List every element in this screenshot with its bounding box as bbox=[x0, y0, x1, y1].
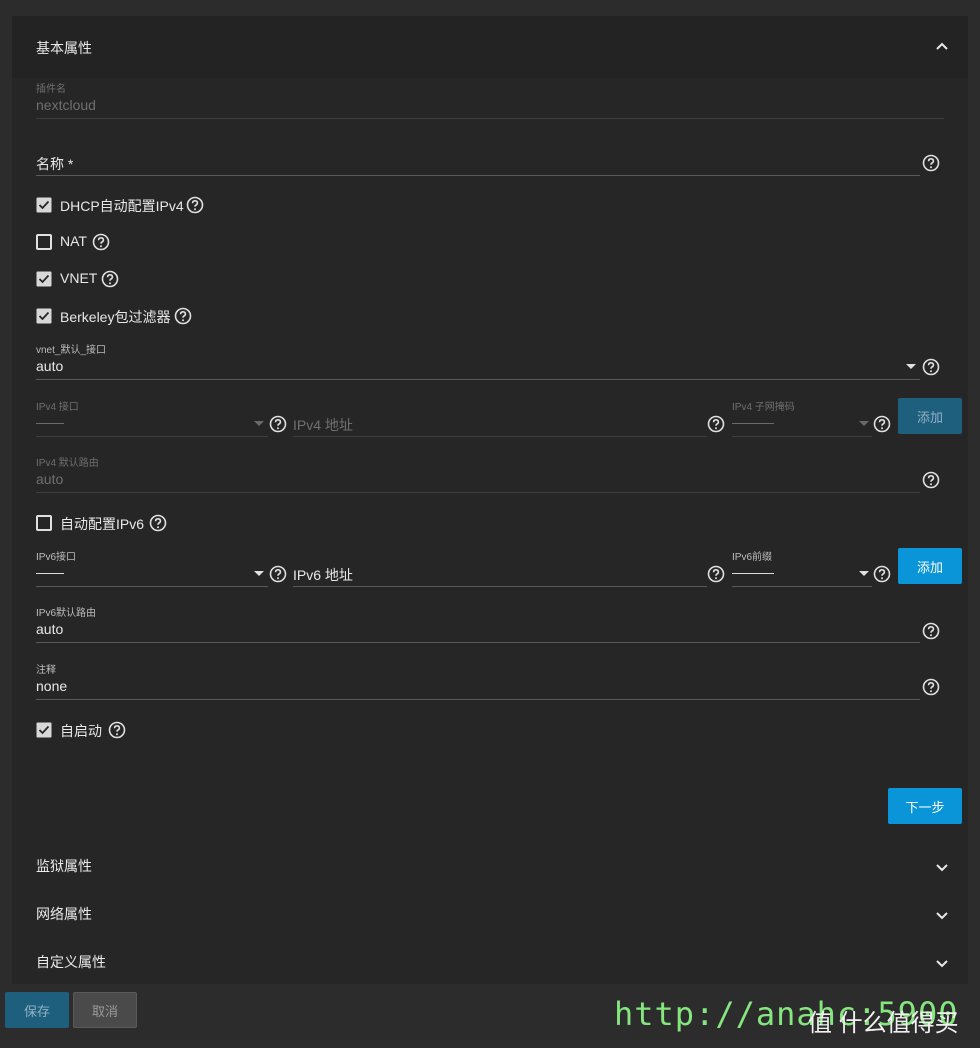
ipv4-default-router-underline bbox=[36, 492, 920, 493]
watermark-brand: 值 什么值得买 bbox=[808, 1010, 959, 1037]
plugin-name-value: nextcloud bbox=[36, 97, 96, 113]
ipv4-address-underline bbox=[293, 436, 707, 437]
help-circle-icon[interactable] bbox=[922, 471, 940, 489]
caret-down-icon[interactable] bbox=[906, 364, 916, 369]
help-circle-icon[interactable] bbox=[873, 415, 891, 433]
ipv6-prefix-underline bbox=[732, 586, 872, 587]
vnet-default-interface-select[interactable]: auto bbox=[36, 358, 63, 374]
ipv6-prefix-label: IPv6前缀 bbox=[732, 552, 773, 563]
ipv6-interface-select[interactable]: —— bbox=[36, 564, 64, 580]
help-circle-icon[interactable] bbox=[873, 565, 891, 583]
autostart-checkbox-label: 自启动 bbox=[60, 723, 102, 739]
custom-properties-header[interactable]: 自定义属性 bbox=[36, 952, 106, 972]
autostart-checkbox[interactable] bbox=[36, 722, 52, 738]
basic-properties-title: 基本属性 bbox=[36, 40, 92, 56]
cancel-button[interactable]: 取消 bbox=[73, 992, 137, 1028]
save-button[interactable]: 保存 bbox=[5, 992, 69, 1028]
help-circle-icon[interactable] bbox=[707, 415, 725, 433]
vnet-default-interface-label: vnet_默认_接口 bbox=[36, 345, 107, 356]
auto-ipv6-checkbox-label: 自动配置IPv6 bbox=[60, 516, 145, 532]
name-underline bbox=[36, 175, 920, 176]
vnet-checkbox[interactable] bbox=[36, 271, 52, 287]
help-circle-icon[interactable] bbox=[922, 358, 940, 376]
ipv4-default-router-input[interactable]: auto bbox=[36, 471, 63, 487]
help-circle-icon[interactable] bbox=[101, 270, 119, 288]
vnet-default-interface-underline bbox=[36, 379, 920, 380]
help-circle-icon[interactable] bbox=[922, 154, 940, 172]
ipv6-interface-underline bbox=[36, 586, 268, 587]
caret-down-icon[interactable] bbox=[254, 421, 264, 426]
help-circle-icon[interactable] bbox=[269, 415, 287, 433]
help-circle-icon[interactable] bbox=[108, 721, 126, 739]
ipv4-interface-underline bbox=[36, 436, 268, 437]
ipv6-address-underline bbox=[293, 586, 707, 587]
auto-ipv6-checkbox[interactable] bbox=[36, 515, 52, 531]
help-circle-icon[interactable] bbox=[149, 514, 167, 532]
dhcp-checkbox[interactable] bbox=[36, 197, 52, 213]
chevron-down-icon[interactable] bbox=[935, 860, 949, 874]
basic-properties-header[interactable]: 基本属性 bbox=[12, 16, 968, 78]
vnet-checkbox-label: VNET bbox=[60, 270, 98, 286]
ipv4-netmask-select[interactable]: ——— bbox=[732, 414, 774, 430]
ipv6-default-router-label: IPv6默认路由 bbox=[36, 608, 97, 619]
help-circle-icon[interactable] bbox=[269, 565, 287, 583]
ipv6-default-router-input[interactable]: auto bbox=[36, 621, 63, 637]
network-properties-header[interactable]: 网络属性 bbox=[36, 904, 92, 924]
nat-checkbox-label: NAT bbox=[60, 233, 87, 249]
notes-label: 注释 bbox=[36, 665, 56, 676]
ipv4-interface-label: IPv4 接口 bbox=[36, 402, 79, 413]
ipv4-interface-select[interactable]: —— bbox=[36, 414, 64, 430]
caret-down-icon[interactable] bbox=[254, 571, 264, 576]
ipv6-default-router-underline bbox=[36, 642, 920, 643]
ipv4-netmask-underline bbox=[732, 436, 872, 437]
chevron-down-icon[interactable] bbox=[935, 956, 949, 970]
help-circle-icon[interactable] bbox=[174, 307, 192, 325]
ipv4-netmask-label: IPv4 子网掩码 bbox=[732, 402, 795, 413]
nat-checkbox[interactable] bbox=[36, 234, 52, 250]
name-input[interactable]: 名称 * bbox=[36, 154, 73, 174]
caret-down-icon[interactable] bbox=[859, 571, 869, 576]
chevron-down-icon[interactable] bbox=[935, 908, 949, 922]
bpf-checkbox-label: Berkeley包过滤器 bbox=[60, 309, 171, 325]
jail-properties-header[interactable]: 监狱属性 bbox=[36, 856, 92, 876]
help-circle-icon[interactable] bbox=[922, 622, 940, 640]
plugin-name-underline bbox=[36, 118, 944, 119]
ipv4-default-router-label: IPv4 默认路由 bbox=[36, 458, 99, 469]
collapsed-sections bbox=[12, 842, 968, 984]
ipv4-address-input[interactable]: IPv4 地址 bbox=[293, 415, 353, 435]
caret-down-icon[interactable] bbox=[859, 421, 869, 426]
ipv6-interface-label: IPv6接口 bbox=[36, 552, 77, 563]
basic-properties-panel: 基本属性 bbox=[12, 16, 968, 984]
ipv6-add-button[interactable]: 添加 bbox=[898, 548, 962, 584]
bpf-checkbox[interactable] bbox=[36, 308, 52, 324]
help-circle-icon[interactable] bbox=[707, 565, 725, 583]
next-step-button[interactable]: 下一步 bbox=[888, 788, 962, 824]
notes-underline bbox=[36, 699, 920, 700]
help-circle-icon[interactable] bbox=[92, 233, 110, 251]
help-circle-icon[interactable] bbox=[186, 196, 204, 214]
ipv6-prefix-select[interactable]: ——— bbox=[732, 564, 774, 580]
help-circle-icon[interactable] bbox=[922, 678, 940, 696]
plugin-name-label: 插件名 bbox=[36, 84, 66, 95]
ipv4-add-button[interactable]: 添加 bbox=[898, 398, 962, 434]
notes-input[interactable]: none bbox=[36, 678, 67, 694]
dhcp-checkbox-label: DHCP自动配置IPv4 bbox=[60, 198, 184, 214]
ipv6-address-input[interactable]: IPv6 地址 bbox=[293, 565, 353, 585]
chevron-up-icon[interactable] bbox=[935, 40, 949, 54]
